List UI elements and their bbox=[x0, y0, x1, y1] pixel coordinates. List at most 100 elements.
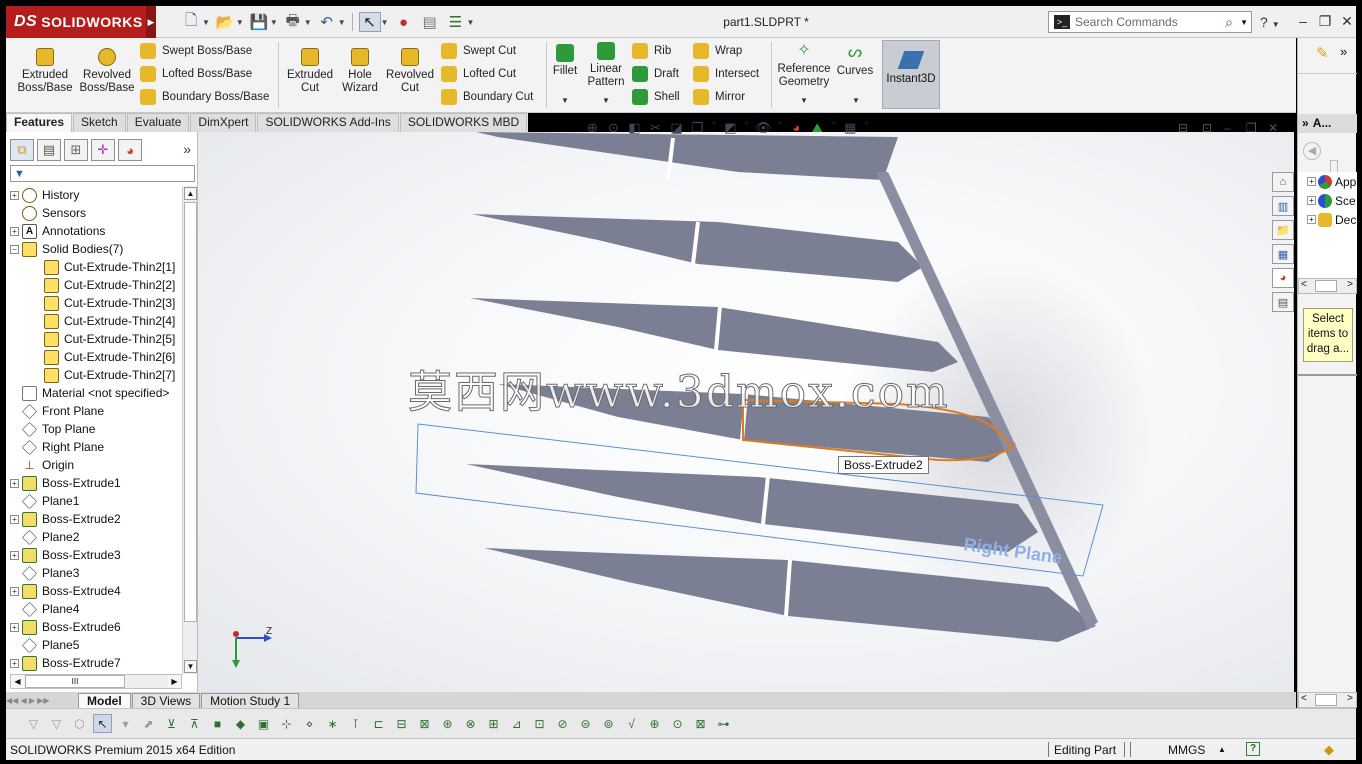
filter-centermarks-icon[interactable]: ⊡ bbox=[530, 714, 549, 733]
apply-scene-dropdown-icon[interactable]: ▼ bbox=[830, 119, 838, 136]
tree-item[interactable]: + A Annotations bbox=[10, 222, 182, 240]
fillet-button[interactable]: Fillet bbox=[550, 44, 580, 78]
filter-surface-icon[interactable]: ⊟ bbox=[392, 714, 411, 733]
open-dropdown-icon[interactable]: ▼ bbox=[236, 18, 244, 27]
appearances-horizontal-scrollbar[interactable]: < > bbox=[1298, 278, 1357, 294]
tree-item[interactable]: Plane3 bbox=[10, 564, 182, 582]
tree-item[interactable]: Cut-Extrude-Thin2[5] bbox=[10, 330, 182, 348]
previous-view-icon[interactable]: ◧ bbox=[626, 119, 643, 136]
save-icon[interactable]: 💾 bbox=[248, 12, 270, 32]
instant3d-button[interactable]: Instant3D bbox=[882, 40, 940, 109]
filter-faces-icon[interactable]: ⬡ bbox=[70, 714, 89, 733]
filter-dimensions-icon[interactable]: ⊺ bbox=[346, 714, 365, 733]
select-cursor-icon[interactable]: ↖ bbox=[358, 12, 381, 32]
tab-evaluate[interactable]: Evaluate bbox=[126, 113, 190, 132]
save-dropdown-icon[interactable]: ▼ bbox=[270, 18, 278, 27]
dimxpert-manager-tab-icon[interactable]: ✛ bbox=[91, 139, 115, 161]
help-button[interactable]: ? ▼ bbox=[1260, 14, 1280, 30]
lofted-boss-base-button[interactable]: Lofted Boss/Base bbox=[140, 64, 252, 84]
tree-item[interactable]: Right Plane bbox=[10, 438, 182, 456]
zoom-to-fit-icon[interactable]: ⊕ bbox=[584, 119, 601, 136]
swept-boss-base-button[interactable]: Swept Boss/Base bbox=[140, 41, 252, 61]
hide-show-items-icon[interactable]: 👁 bbox=[755, 119, 772, 136]
scroll-right-icon[interactable]: ▶ bbox=[168, 675, 181, 688]
options-icon[interactable]: ☰ bbox=[445, 12, 467, 32]
pin-icon[interactable]: ✎ bbox=[1316, 44, 1329, 62]
filter-balloons-icon[interactable]: ⊕ bbox=[645, 714, 664, 733]
view-orientation-dropdown-icon[interactable]: ▼ bbox=[710, 119, 718, 136]
hide-show-dropdown-icon[interactable]: ▼ bbox=[776, 119, 784, 136]
view-settings-dropdown-icon[interactable]: ▼ bbox=[863, 119, 871, 136]
view-settings-icon[interactable]: ▦ bbox=[842, 119, 859, 136]
filter-axes-icon[interactable]: ⊹ bbox=[277, 714, 296, 733]
tree-item[interactable]: + Boss-Extrude1 bbox=[10, 474, 182, 492]
tree-item[interactable]: − Solid Bodies(7) bbox=[10, 240, 182, 258]
minimize-icon[interactable]: – bbox=[1294, 12, 1312, 30]
dynamic-annotation-icon[interactable]: ◪ bbox=[668, 119, 685, 136]
scroll-thumb[interactable] bbox=[184, 202, 197, 622]
viewport-close-icon[interactable]: ✕ bbox=[1268, 121, 1278, 135]
collapse-pane-icon[interactable]: » bbox=[1302, 116, 1309, 130]
edit-appearance-icon[interactable]: ◕ bbox=[788, 119, 805, 136]
fillet-dropdown-icon[interactable]: ▼ bbox=[561, 96, 569, 105]
tree-item[interactable]: + Boss-Extrude7 bbox=[10, 654, 182, 672]
maximize-icon[interactable]: ❐ bbox=[1316, 12, 1334, 30]
quick-tips-icon[interactable]: ? bbox=[1246, 742, 1260, 756]
filter-components-icon[interactable]: ▣ bbox=[254, 714, 273, 733]
select-pointer-icon[interactable]: ↖ bbox=[93, 714, 112, 733]
boundary-cut-button[interactable]: Boundary Cut bbox=[441, 87, 533, 107]
tree-horizontal-scrollbar[interactable]: ◀ III ▶ bbox=[10, 674, 182, 689]
open-folder-icon[interactable]: 📂 bbox=[214, 12, 236, 32]
tree-item[interactable]: Front Plane bbox=[10, 402, 182, 420]
tree-item[interactable]: ⊥ Origin bbox=[10, 456, 182, 474]
scroll-right-icon[interactable]: > bbox=[1347, 279, 1353, 290]
new-document-icon[interactable]: 🗋 bbox=[180, 12, 202, 32]
intersect-button[interactable]: Intersect bbox=[693, 64, 759, 84]
tree-item[interactable]: Plane2 bbox=[10, 528, 182, 546]
viewport-restore-icon[interactable]: ⊡ bbox=[1202, 121, 1212, 135]
filter-toggle-icon[interactable]: ▽ bbox=[24, 714, 43, 733]
filter-routing-icon[interactable]: ⊜ bbox=[576, 714, 595, 733]
revolved-boss-base-button[interactable]: Revolved Boss/Base bbox=[78, 48, 136, 95]
property-manager-tab-icon[interactable]: ▤ bbox=[37, 139, 61, 161]
revolved-cut-button[interactable]: Revolved Cut bbox=[384, 48, 436, 95]
expand-icon[interactable]: + bbox=[10, 478, 19, 488]
solidworks-resources-icon[interactable]: ⌂ bbox=[1272, 172, 1294, 192]
rebuild-traffic-light-icon[interactable]: ● bbox=[393, 12, 415, 32]
filter-midpoints-icon[interactable]: ⊿ bbox=[507, 714, 526, 733]
display-style-icon[interactable]: ◩ bbox=[722, 119, 739, 136]
tree-item[interactable]: Sensors bbox=[10, 204, 182, 222]
zoom-to-area-icon[interactable]: ⊙ bbox=[605, 119, 622, 136]
tree-item[interactable]: + Boss-Extrude3 bbox=[10, 546, 182, 564]
tree-item[interactable]: Cut-Extrude-Thin2[2] bbox=[10, 276, 182, 294]
filter-blocks-icon[interactable]: ⊘ bbox=[553, 714, 572, 733]
tab-scroll-buttons[interactable]: ◀◀ ◀ ▶ ▶▶ bbox=[6, 694, 74, 708]
tree-item[interactable]: + History bbox=[10, 186, 182, 204]
tree-item-scenes[interactable]: + Sce bbox=[1298, 191, 1357, 210]
expand-icon[interactable]: + bbox=[10, 586, 19, 596]
tree-item[interactable]: Cut-Extrude-Thin2[6] bbox=[10, 348, 182, 366]
tree-item[interactable]: Plane5 bbox=[10, 636, 182, 654]
section-view-icon[interactable]: ✂ bbox=[647, 119, 664, 136]
expand-icon[interactable]: + bbox=[10, 622, 19, 632]
filter-cosmetic-thread-icon[interactable]: ⊞ bbox=[484, 714, 503, 733]
reference-geometry-dropdown-icon[interactable]: ▼ bbox=[800, 96, 808, 105]
extruded-cut-button[interactable]: Extruded Cut bbox=[282, 48, 338, 95]
expand-pane-icon[interactable]: » bbox=[1340, 44, 1347, 59]
hole-wizard-button[interactable]: Hole Wizard bbox=[338, 48, 382, 95]
filter-welds-icon[interactable]: ⊛ bbox=[438, 714, 457, 733]
filter-points-icon[interactable]: ∗ bbox=[323, 714, 342, 733]
rib-button[interactable]: Rib bbox=[632, 41, 671, 61]
filter-vertices-icon[interactable]: ⊻ bbox=[162, 714, 181, 733]
expand-icon[interactable]: + bbox=[10, 514, 19, 524]
print-dropdown-icon[interactable]: ▼ bbox=[304, 18, 312, 27]
more-tabs-icon[interactable]: » bbox=[183, 141, 191, 157]
filter-edges-icon[interactable]: ▽ bbox=[47, 714, 66, 733]
collapse-icon[interactable]: − bbox=[10, 244, 19, 254]
expand-icon[interactable]: + bbox=[10, 550, 19, 560]
print-icon[interactable]: 🖶 bbox=[282, 12, 304, 32]
tree-item[interactable]: + Boss-Extrude4 bbox=[10, 582, 182, 600]
tree-item[interactable]: + Boss-Extrude2 bbox=[10, 510, 182, 528]
search-icon[interactable]: ⌕ bbox=[1218, 14, 1240, 31]
lofted-cut-button[interactable]: Lofted Cut bbox=[441, 64, 516, 84]
